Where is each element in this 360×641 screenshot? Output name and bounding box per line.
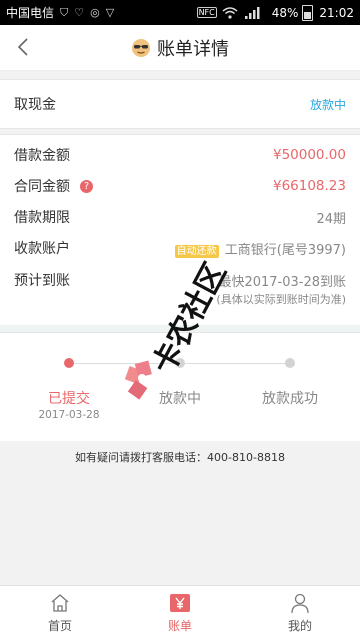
nfc-icon: NFC [196, 7, 217, 18]
step-label-success: 放款成功 [262, 391, 318, 407]
tab-mine[interactable]: 我的 [240, 586, 360, 641]
chevron-left-icon [17, 38, 28, 56]
clock: 21:02 [319, 5, 354, 20]
tab-bill[interactable]: 账单 [120, 586, 240, 641]
help-icon[interactable]: ? [80, 179, 93, 193]
arrival-row: 预计到账 最快2017-03-28到账 [14, 268, 346, 292]
term-row: 借款期限 24期 [14, 205, 346, 229]
withdraw-status: 放款中 [309, 97, 346, 112]
account-label: 收款账户 [14, 241, 70, 257]
step-label-submitted: 已提交 [48, 391, 90, 407]
arrival-label: 预计到账 [14, 273, 70, 289]
customer-service-phone[interactable]: 如有疑问请拨打客服电话：400-810-8818 [0, 449, 360, 465]
auto-repay-badge: 自动还款 [174, 244, 219, 258]
loan-amount-label: 借款金额 [14, 148, 70, 164]
account-row: 收款账户 自动还款 工商银行(尾号3997) [14, 236, 346, 260]
location-icon: ▽ [105, 6, 115, 19]
shield-icon: ⛉ [60, 5, 69, 19]
withdraw-card: 取现金 放款中 [0, 79, 360, 129]
header: 账单详情 [0, 25, 360, 71]
progress-line-2 [180, 363, 290, 364]
term-label: 借款期限 [14, 210, 70, 226]
step-dot-submitted [64, 358, 74, 368]
withdraw-label: 取现金 [14, 97, 56, 113]
loan-amount-row: 借款金额 ¥50000.00 [14, 143, 346, 167]
term-value: 24期 [316, 211, 346, 227]
back-button[interactable] [10, 34, 36, 60]
step-label-lending: 放款中 [159, 391, 201, 407]
arrival-value: 最快2017-03-28到账 [218, 274, 346, 290]
section-divider [0, 325, 360, 332]
contract-amount-row: 合同金额 ? ¥66108.23 [14, 174, 346, 198]
loan-amount-value: ¥50000.00 [272, 147, 346, 163]
heart-icon: ♡ [74, 6, 85, 19]
withdraw-row: 取现金 放款中 [14, 92, 346, 116]
tab-bill-label: 账单 [167, 619, 192, 633]
yen-bill-icon [170, 594, 190, 612]
tab-home-label: 首页 [47, 619, 72, 633]
battery-percent: 48% [271, 5, 299, 20]
account-value: 工商银行(尾号3997) [224, 242, 346, 258]
signal-icon [244, 6, 260, 19]
status-bar: 中国电信 ⛉ ♡ ◎ ▽ NFC 48% 21:02 [0, 0, 360, 25]
sunglasses-face-icon [132, 38, 150, 57]
step-dot-lending [175, 358, 185, 368]
tab-mine-label: 我的 [287, 619, 312, 633]
bottom-tab-bar: 首页 账单 我的 [0, 585, 360, 641]
progress-tracker: 已提交 2017-03-28 放款中 放款成功 [0, 332, 360, 441]
person-icon [291, 593, 309, 614]
battery-icon [302, 4, 314, 21]
carrier-name: 中国电信 [6, 6, 55, 20]
arrival-note: (具体以实际到账时间为准) [216, 293, 346, 306]
step-dot-success [285, 358, 295, 368]
target-icon: ◎ [90, 6, 100, 19]
tab-home[interactable]: 首页 [0, 586, 120, 641]
contract-amount-value: ¥66108.23 [272, 178, 346, 194]
wifi-icon [222, 6, 238, 19]
home-icon [51, 594, 69, 612]
page-title: 账单详情 [157, 38, 229, 60]
step-date-submitted: 2017-03-28 [38, 409, 100, 421]
progress-line-1 [68, 363, 180, 364]
contract-amount-label: 合同金额 [14, 179, 70, 195]
